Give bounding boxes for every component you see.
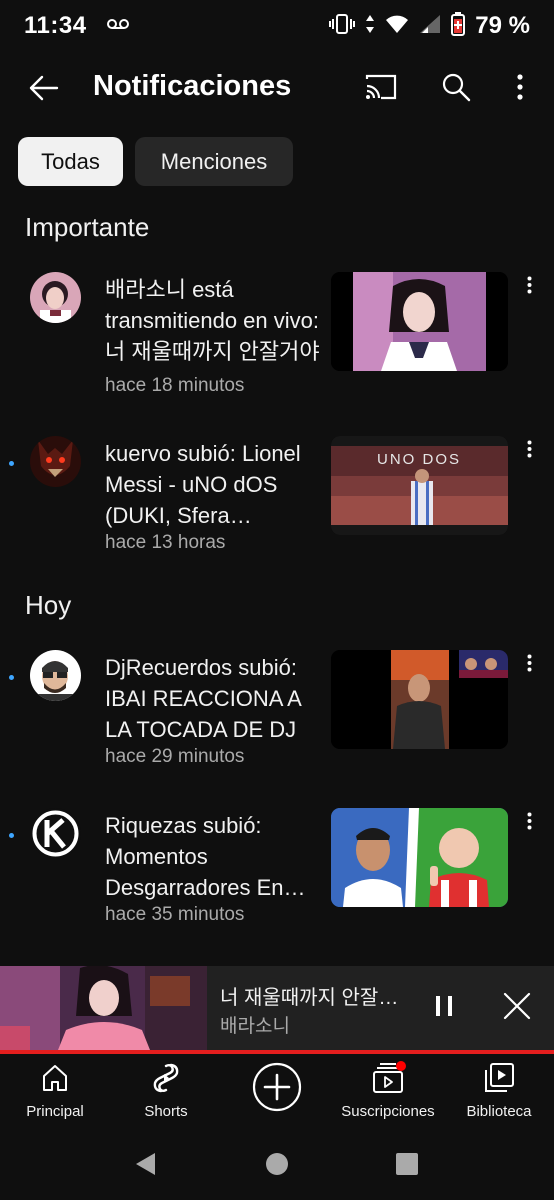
more-vert-icon [527, 812, 532, 835]
mini-player-title: 너 재울때까지 안잘거야 [220, 987, 405, 1009]
notification-title: kuervo subió: Lionel Messi - uNO dOS (DU… [105, 441, 301, 528]
cast-icon [364, 73, 398, 106]
nav-library[interactable]: Biblioteca [462, 1060, 536, 1130]
notification-title: 배라소니 está transmitiendo en vivo: 너 재울때까지… [105, 277, 320, 364]
app-header: Notificaciones [0, 56, 554, 122]
more-vert-icon [527, 440, 532, 463]
notification-thumbnail [331, 808, 508, 907]
notification-thumbnail: UNO DOS [331, 436, 508, 535]
wifi-icon [385, 14, 409, 39]
triangle-back-icon [133, 1151, 157, 1182]
nav-label-home: Principal [26, 1103, 84, 1120]
notification-time: hace 29 minutos [105, 746, 245, 767]
back-button[interactable] [24, 70, 64, 110]
search-icon [441, 72, 471, 107]
battery-saver-icon [451, 11, 466, 41]
filter-chip-mentions[interactable]: Menciones [135, 137, 293, 186]
notification-title: Riquezas subió: Momentos Desgarradores E… [105, 813, 284, 900]
notification-menu-button[interactable] [518, 654, 540, 688]
thumbnail-text: UNO DOS [377, 451, 461, 468]
battery-percent: 79 % [475, 12, 530, 39]
library-icon [481, 1060, 517, 1096]
mini-player[interactable]: 너 재울때까지 안잘거야 배라소니 [0, 966, 554, 1050]
close-icon [503, 992, 531, 1025]
more-vert-icon [527, 654, 532, 677]
notification-time: hace 18 minutos [105, 375, 245, 396]
shorts-icon [148, 1060, 184, 1096]
search-button[interactable] [435, 68, 477, 110]
nav-create[interactable] [249, 1060, 305, 1130]
more-options-button[interactable] [505, 68, 535, 110]
back-arrow-icon [29, 75, 59, 106]
notification-badge [396, 1061, 406, 1071]
signal-icon [419, 14, 441, 39]
nav-home[interactable]: Principal [20, 1060, 90, 1130]
nav-label-library: Biblioteca [466, 1103, 532, 1120]
pause-button[interactable] [425, 988, 463, 1028]
voicemail-icon [106, 17, 129, 36]
notification-menu-button[interactable] [518, 440, 540, 474]
status-time: 11:34 [24, 12, 87, 39]
section-title-important: Importante [25, 212, 150, 242]
notification-item[interactable]: Riquezas subió: Momentos Desgarradores E… [0, 804, 554, 954]
avatar [30, 650, 81, 701]
system-home-button[interactable] [259, 1148, 295, 1184]
system-recents-button[interactable] [389, 1148, 425, 1184]
avatar [30, 436, 81, 487]
system-navigation-bar [0, 1134, 554, 1200]
nav-label-subscriptions: Suscripciones [341, 1103, 435, 1120]
notification-title: DjRecuerdos subió: IBAI REACCIONA A LA T… [105, 655, 301, 742]
vibrate-icon [329, 13, 356, 40]
bottom-navigation: Principal Shorts Suscripciones Bibliotec… [0, 1054, 554, 1134]
unread-dot [9, 833, 14, 838]
square-recents-icon [395, 1152, 419, 1181]
cast-button[interactable] [360, 68, 402, 110]
mini-player-channel: 배라소니 [220, 1016, 290, 1037]
home-icon [37, 1060, 73, 1096]
notification-item[interactable]: DjRecuerdos subió: IBAI REACCIONA A LA T… [0, 646, 554, 796]
unread-dot [9, 461, 14, 466]
status-bar: 11:34 79 % [0, 0, 554, 52]
nav-shorts[interactable]: Shorts [134, 1060, 198, 1130]
unread-dot [9, 675, 14, 680]
more-vert-icon [527, 276, 532, 299]
notification-time: hace 13 horas [105, 532, 226, 553]
close-mini-player-button[interactable] [497, 988, 537, 1028]
page-title: Notificaciones [93, 70, 292, 102]
avatar [30, 808, 81, 859]
filter-chip-all[interactable]: Todas [18, 137, 123, 186]
notification-time: hace 35 minutos [105, 904, 245, 925]
notification-menu-button[interactable] [518, 812, 540, 846]
notification-thumbnail [331, 650, 508, 749]
circle-home-icon [265, 1152, 289, 1181]
nav-label-shorts: Shorts [144, 1103, 188, 1120]
notification-menu-button[interactable] [518, 276, 540, 310]
notification-item[interactable]: kuervo subió: Lionel Messi - uNO dOS (DU… [0, 432, 554, 582]
more-vert-icon [517, 73, 523, 105]
mini-player-thumbnail[interactable] [0, 966, 207, 1050]
nav-subscriptions[interactable]: Suscripciones [338, 1060, 438, 1130]
data-arrows-icon [365, 13, 375, 40]
create-plus-icon [250, 1060, 304, 1114]
notification-thumbnail [331, 272, 508, 371]
avatar [30, 272, 81, 323]
system-back-button[interactable] [127, 1148, 163, 1184]
pause-icon [434, 994, 454, 1023]
subscriptions-icon [370, 1060, 406, 1096]
notification-item[interactable]: 배라소니 está transmitiendo en vivo: 너 재울때까지… [0, 268, 554, 418]
section-title-today: Hoy [25, 590, 72, 620]
